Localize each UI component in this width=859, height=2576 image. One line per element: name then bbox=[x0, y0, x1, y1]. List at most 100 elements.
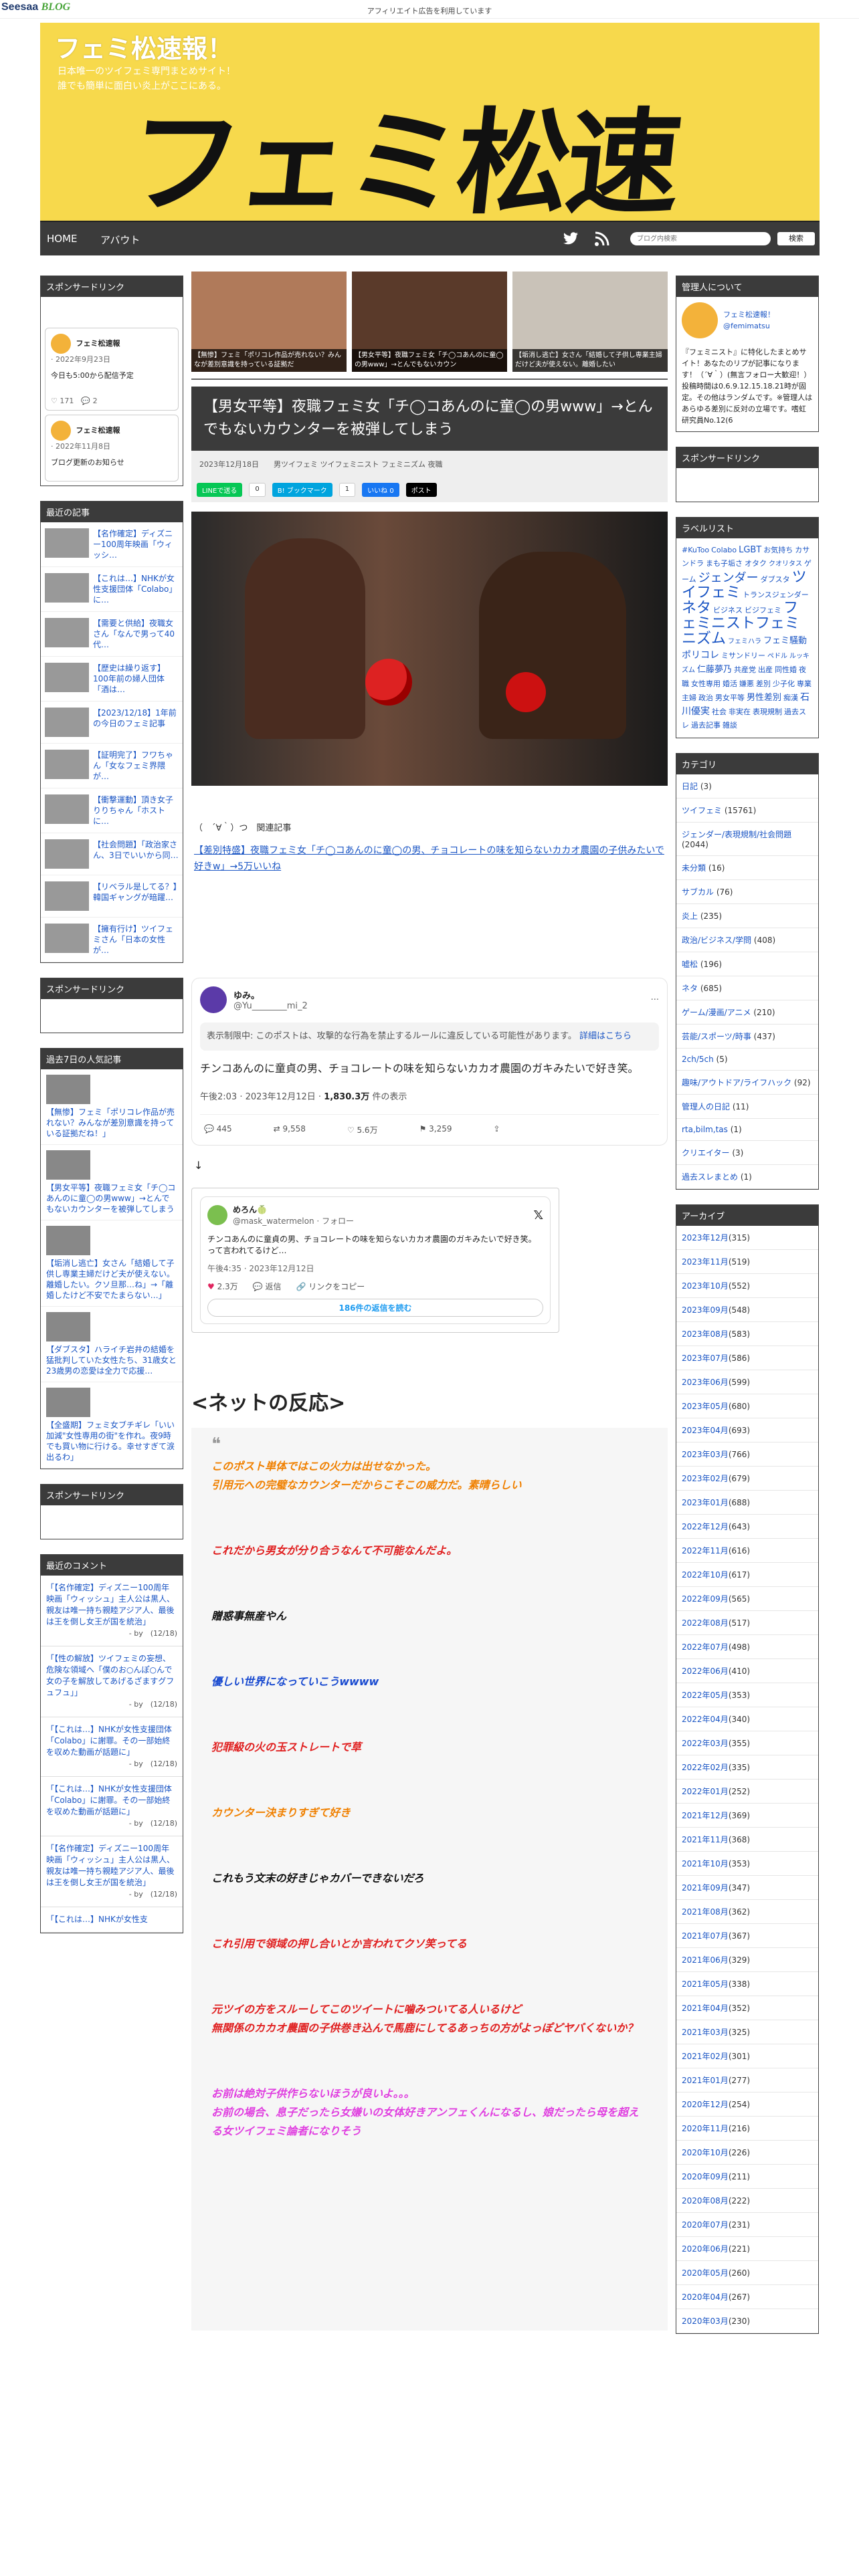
post-link[interactable]: 【歴史は繰り返す】100年前の婦人団体「酒は… bbox=[93, 663, 179, 695]
category-item[interactable]: 炎上 (235) bbox=[676, 904, 818, 928]
label-tag[interactable]: 共産党 bbox=[734, 665, 756, 674]
label-tag[interactable]: 少子化 bbox=[773, 679, 795, 688]
archive-item[interactable]: 2022年08月(517) bbox=[676, 1611, 818, 1635]
category-item[interactable]: 嘘松 (196) bbox=[676, 952, 818, 976]
category-item[interactable]: 政治/ビジネス/学問 (408) bbox=[676, 928, 818, 952]
archive-item[interactable]: 2023年01月(688) bbox=[676, 1491, 818, 1515]
embedded-tweet[interactable]: フェミ松速報 · 2022年11月8日 ブログ更新のお知らせ bbox=[45, 415, 179, 481]
twitter-icon[interactable] bbox=[561, 231, 581, 247]
archive-item[interactable]: 2020年05月(260) bbox=[676, 2261, 818, 2285]
post-link[interactable]: 【名作確定】ディズニー100周年映画「ウィッシ… bbox=[93, 528, 179, 560]
label-tag[interactable]: 差別 bbox=[756, 679, 771, 688]
post-link[interactable]: 【リベラル是してる？】韓国ギャングが暗躍… bbox=[93, 881, 179, 911]
archive-item[interactable]: 2020年10月(226) bbox=[676, 2141, 818, 2165]
nav-home[interactable]: HOME bbox=[47, 233, 78, 245]
label-tag[interactable]: 雑談 bbox=[723, 721, 737, 730]
archive-item[interactable]: 2023年12月(315) bbox=[676, 1226, 818, 1250]
post-link[interactable]: 【ダブスタ】ハライチ岩井の結婚を猛批判していた女性たち、31歳女と23歳男の恋愛… bbox=[46, 1345, 177, 1376]
label-tag[interactable]: 表現規制 bbox=[753, 708, 782, 716]
category-item[interactable]: ゲーム/漫画/アニメ (210) bbox=[676, 1000, 818, 1025]
archive-item[interactable]: 2022年09月(565) bbox=[676, 1587, 818, 1611]
list-item[interactable]: 【衝撃運動】頂き女子りりちゃん「ホストに… bbox=[41, 788, 183, 833]
x-post-embed[interactable]: ゆみ。 @Yu________mi_2 ··· 表示制限中: このポストは、攻撃的… bbox=[191, 978, 668, 1146]
post-link[interactable]: 【社会問題】「政治家さん、3日でいいから同… bbox=[93, 839, 179, 869]
archive-item[interactable]: 2022年12月(643) bbox=[676, 1515, 818, 1539]
comment-link[interactable]: 「【これは…】NHKが女性支 bbox=[46, 1915, 148, 1924]
label-tag[interactable]: フェミハラ bbox=[728, 638, 761, 645]
archive-item[interactable]: 2023年09月(548) bbox=[676, 1298, 818, 1322]
label-tag[interactable]: ビジネス bbox=[713, 606, 743, 615]
post-link[interactable]: 【需要と供給】夜職女さん「なんで男って40代… bbox=[93, 618, 179, 650]
archive-item[interactable]: 2021年01月(277) bbox=[676, 2068, 818, 2092]
label-tag[interactable]: 嫌悪 bbox=[739, 679, 754, 688]
facebook-like-button[interactable]: いいね 0 bbox=[362, 483, 399, 497]
label-tag[interactable]: LGBT bbox=[739, 545, 761, 555]
comment-link[interactable]: 「【これは…】NHKが女性支援団体「Colabo」に謝罪。その一部始終を収めた動… bbox=[46, 1725, 172, 1757]
archive-item[interactable]: 2022年05月(353) bbox=[676, 1683, 818, 1707]
archive-item[interactable]: 2022年07月(498) bbox=[676, 1635, 818, 1659]
list-item[interactable]: 【男女平等】夜職フェミ女「チ◯コあんのに童◯の男www」→とんでもないカウンター… bbox=[41, 1145, 183, 1220]
share-icon[interactable]: ⇪ bbox=[494, 1124, 500, 1136]
label-tag[interactable]: ポリコレ bbox=[682, 650, 719, 661]
comment-link[interactable]: 「【名作確定】ディズニー100周年映画「ウィッシュ」主人公は黒人、親友は唯一持ち… bbox=[46, 1844, 175, 1887]
related-article-link[interactable]: 【差別特盛】夜職フェミ女「チ◯コあんのに童◯の男、チョコレートの味を知らないカカ… bbox=[191, 840, 668, 877]
label-tag[interactable]: #KuToo bbox=[682, 546, 709, 554]
archive-item[interactable]: 2021年07月(367) bbox=[676, 1924, 818, 1948]
archive-item[interactable]: 2023年07月(586) bbox=[676, 1346, 818, 1370]
archive-item[interactable]: 2020年04月(267) bbox=[676, 2285, 818, 2309]
comment-link[interactable]: 「【これは…】NHKが女性支援団体「Colabo」に謝罪。その一部始終を収めた動… bbox=[46, 1784, 172, 1816]
label-tag[interactable]: 痴漢 bbox=[783, 693, 798, 702]
label-tag[interactable]: 同性婚 bbox=[775, 665, 797, 674]
list-item[interactable]: 【2023/12/18】1年前の今日のフェミ記事 bbox=[41, 702, 183, 744]
list-item[interactable]: 【需要と供給】夜職女さん「なんで男って40代… bbox=[41, 612, 183, 657]
archive-item[interactable]: 2021年05月(338) bbox=[676, 1972, 818, 1996]
bookmark-icon[interactable]: ⚑ 3,259 bbox=[419, 1124, 452, 1136]
category-item[interactable]: rta,bilm,tas (1) bbox=[676, 1119, 818, 1141]
list-item[interactable]: 【歴史は繰り返す】100年前の婦人団体「酒は… bbox=[41, 657, 183, 702]
list-item[interactable]: 【全盛期】フェミ女ブチギレ「いい加減"女性専用の街"を作れ。夜9時でも買い物に行… bbox=[41, 1382, 183, 1469]
label-tag[interactable]: 政治 bbox=[698, 693, 713, 702]
category-item[interactable]: ツイフェミ (15761) bbox=[676, 798, 818, 823]
qt-copy-link[interactable]: 🔗 リンクをコピー bbox=[296, 1281, 365, 1292]
archive-item[interactable]: 2022年06月(410) bbox=[676, 1659, 818, 1683]
label-tag[interactable]: ジェンダー bbox=[698, 571, 759, 585]
archive-item[interactable]: 2022年11月(616) bbox=[676, 1539, 818, 1563]
repost-icon[interactable]: ⇄ 9,558 bbox=[274, 1124, 306, 1136]
label-tag[interactable]: クオリタス bbox=[769, 560, 802, 568]
qt-like[interactable]: ♥ 2.3万 bbox=[207, 1281, 238, 1292]
list-item[interactable]: 【擁有行け】ツイフェミさん「日本の女性が… bbox=[41, 918, 183, 962]
category-item[interactable]: 2ch/5ch (5) bbox=[676, 1049, 818, 1071]
qt-read-replies-button[interactable]: 186件の返信を読む bbox=[207, 1299, 543, 1317]
category-item[interactable]: 未分類 (16) bbox=[676, 856, 818, 880]
post-thumbnail[interactable] bbox=[45, 708, 89, 737]
archive-item[interactable]: 2020年12月(254) bbox=[676, 2092, 818, 2117]
category-item[interactable]: 日記 (3) bbox=[676, 774, 818, 798]
archive-item[interactable]: 2020年06月(221) bbox=[676, 2237, 818, 2261]
archive-item[interactable]: 2023年06月(599) bbox=[676, 1370, 818, 1394]
list-item[interactable]: 【無惨】フェミ「ポリコレ作品が売れない？みんなが差別意識を持っている証拠だね！」 bbox=[41, 1069, 183, 1145]
label-tag[interactable]: 社会 bbox=[712, 708, 727, 716]
label-tag[interactable]: 男女平等 bbox=[715, 693, 745, 702]
label-tag[interactable]: オタク bbox=[745, 559, 767, 568]
like-icon[interactable]: ♡ 5.6万 bbox=[347, 1124, 378, 1136]
archive-item[interactable]: 2023年02月(679) bbox=[676, 1467, 818, 1491]
post-link[interactable]: 【擁有行け】ツイフェミさん「日本の女性が… bbox=[93, 924, 179, 956]
archive-item[interactable]: 2021年02月(301) bbox=[676, 2044, 818, 2068]
list-item[interactable]: 【社会問題】「政治家さん、3日でいいから同… bbox=[41, 833, 183, 875]
label-tag[interactable]: フェミ騒動 bbox=[763, 636, 807, 646]
list-item[interactable]: 【これは…】NHKが女性支援団体「Colabo」に… bbox=[41, 567, 183, 612]
archive-item[interactable]: 2022年01月(252) bbox=[676, 1780, 818, 1804]
embedded-tweet[interactable]: フェミ松速報 · 2022年9月23日 今日も5:00から配信予定 ♡ 171 … bbox=[45, 328, 179, 411]
archive-item[interactable]: 2020年11月(216) bbox=[676, 2117, 818, 2141]
more-icon[interactable]: ··· bbox=[651, 995, 659, 1005]
post-thumbnail[interactable] bbox=[45, 924, 89, 953]
qt-reply[interactable]: 💬 返信 bbox=[253, 1281, 282, 1292]
hatena-bookmark-button[interactable]: B! ブックマーク bbox=[272, 483, 332, 497]
featured-thumbnail[interactable]: 【男女平等】夜職フェミ女「チ◯コあんのに童◯の男www」→とんでもないカウン bbox=[352, 272, 507, 372]
label-tag[interactable]: トランスジェンダー bbox=[743, 591, 809, 599]
search-button[interactable]: 検索 bbox=[777, 232, 815, 245]
comment-link[interactable]: 「【性の解放】ツイフェミの妄想、危険な領域へ「僕のお○んぽ○んで女の子を解放して… bbox=[46, 1654, 174, 1697]
post-thumbnail[interactable] bbox=[45, 618, 89, 647]
label-tag[interactable]: ダブスタ bbox=[761, 575, 790, 584]
label-tag[interactable]: 仁藤夢乃 bbox=[697, 665, 732, 675]
